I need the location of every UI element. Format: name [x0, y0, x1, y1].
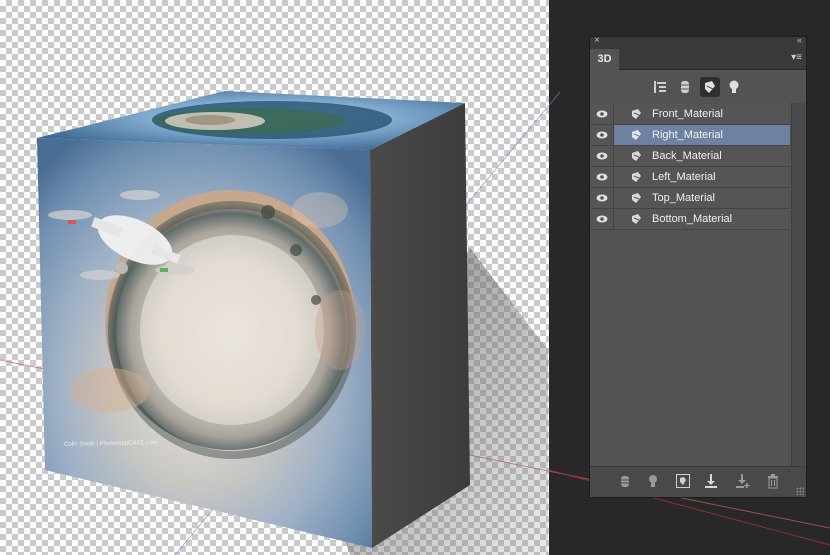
panel-menu-icon[interactable]: ▾≡ [791, 52, 802, 63]
bulb-icon [729, 80, 739, 93]
visibility-eye-icon[interactable] [591, 188, 614, 208]
material-label: Left_Material [652, 171, 716, 183]
material-label: Top_Material [652, 192, 715, 204]
list-item-right-material[interactable]: Right_Material [591, 125, 790, 146]
material-icon [632, 109, 641, 119]
meshes-filter-button[interactable] [675, 77, 695, 97]
list-item-back-material[interactable]: Back_Material [591, 146, 790, 167]
cube-right-face [370, 103, 470, 548]
panel-tab-row: 3D ▾≡ [590, 49, 806, 70]
materials-list: Front_Material Right_Material Back_Mater… [591, 104, 790, 230]
material-label: Front_Material [652, 108, 723, 120]
fit-view-icon[interactable] [675, 473, 691, 489]
collapse-icon[interactable]: « [797, 35, 802, 45]
drop-to-ground-icon[interactable] [703, 473, 719, 489]
visibility-eye-icon[interactable] [591, 125, 614, 145]
scene-filter-button[interactable] [650, 77, 670, 97]
visibility-eye-icon[interactable] [591, 167, 614, 187]
material-icon [632, 193, 641, 203]
panel-title-bar: × « [590, 35, 806, 49]
material-label: Bottom_Material [652, 213, 733, 225]
scene-icon [654, 81, 666, 93]
tab-3d[interactable]: 3D [590, 49, 619, 70]
list-item-left-material[interactable]: Left_Material [591, 167, 790, 188]
filter-toolbar [590, 70, 806, 104]
visibility-eye-icon[interactable] [591, 104, 614, 124]
material-icon [632, 151, 641, 161]
close-icon[interactable]: × [594, 35, 600, 46]
lights-filter-button[interactable] [724, 77, 744, 97]
list-item-front-material[interactable]: Front_Material [591, 104, 790, 125]
visibility-eye-icon[interactable] [591, 209, 614, 229]
material-icon [632, 130, 641, 140]
mesh-icon [681, 81, 689, 93]
new-object-icon[interactable] [735, 473, 751, 489]
trash-icon[interactable] [766, 473, 780, 489]
3d-panel: × « 3D ▾≡ Front_Material Right_Material … [589, 35, 807, 498]
material-label: Back_Material [652, 150, 722, 162]
light-icon[interactable] [646, 473, 660, 489]
resize-grip[interactable] [796, 487, 804, 495]
list-item-bottom-material[interactable]: Bottom_Material [591, 209, 790, 230]
render-icon[interactable] [618, 473, 632, 489]
vertical-scrollbar[interactable] [791, 103, 805, 469]
list-item-top-material[interactable]: Top_Material [591, 188, 790, 209]
panel-bottom-toolbar [590, 466, 806, 497]
material-icon [632, 214, 641, 224]
visibility-eye-icon[interactable] [591, 146, 614, 166]
material-label: Right_Material [652, 129, 723, 141]
materials-filter-button[interactable] [700, 77, 720, 97]
material-icon [705, 81, 715, 93]
material-icon [632, 172, 641, 182]
